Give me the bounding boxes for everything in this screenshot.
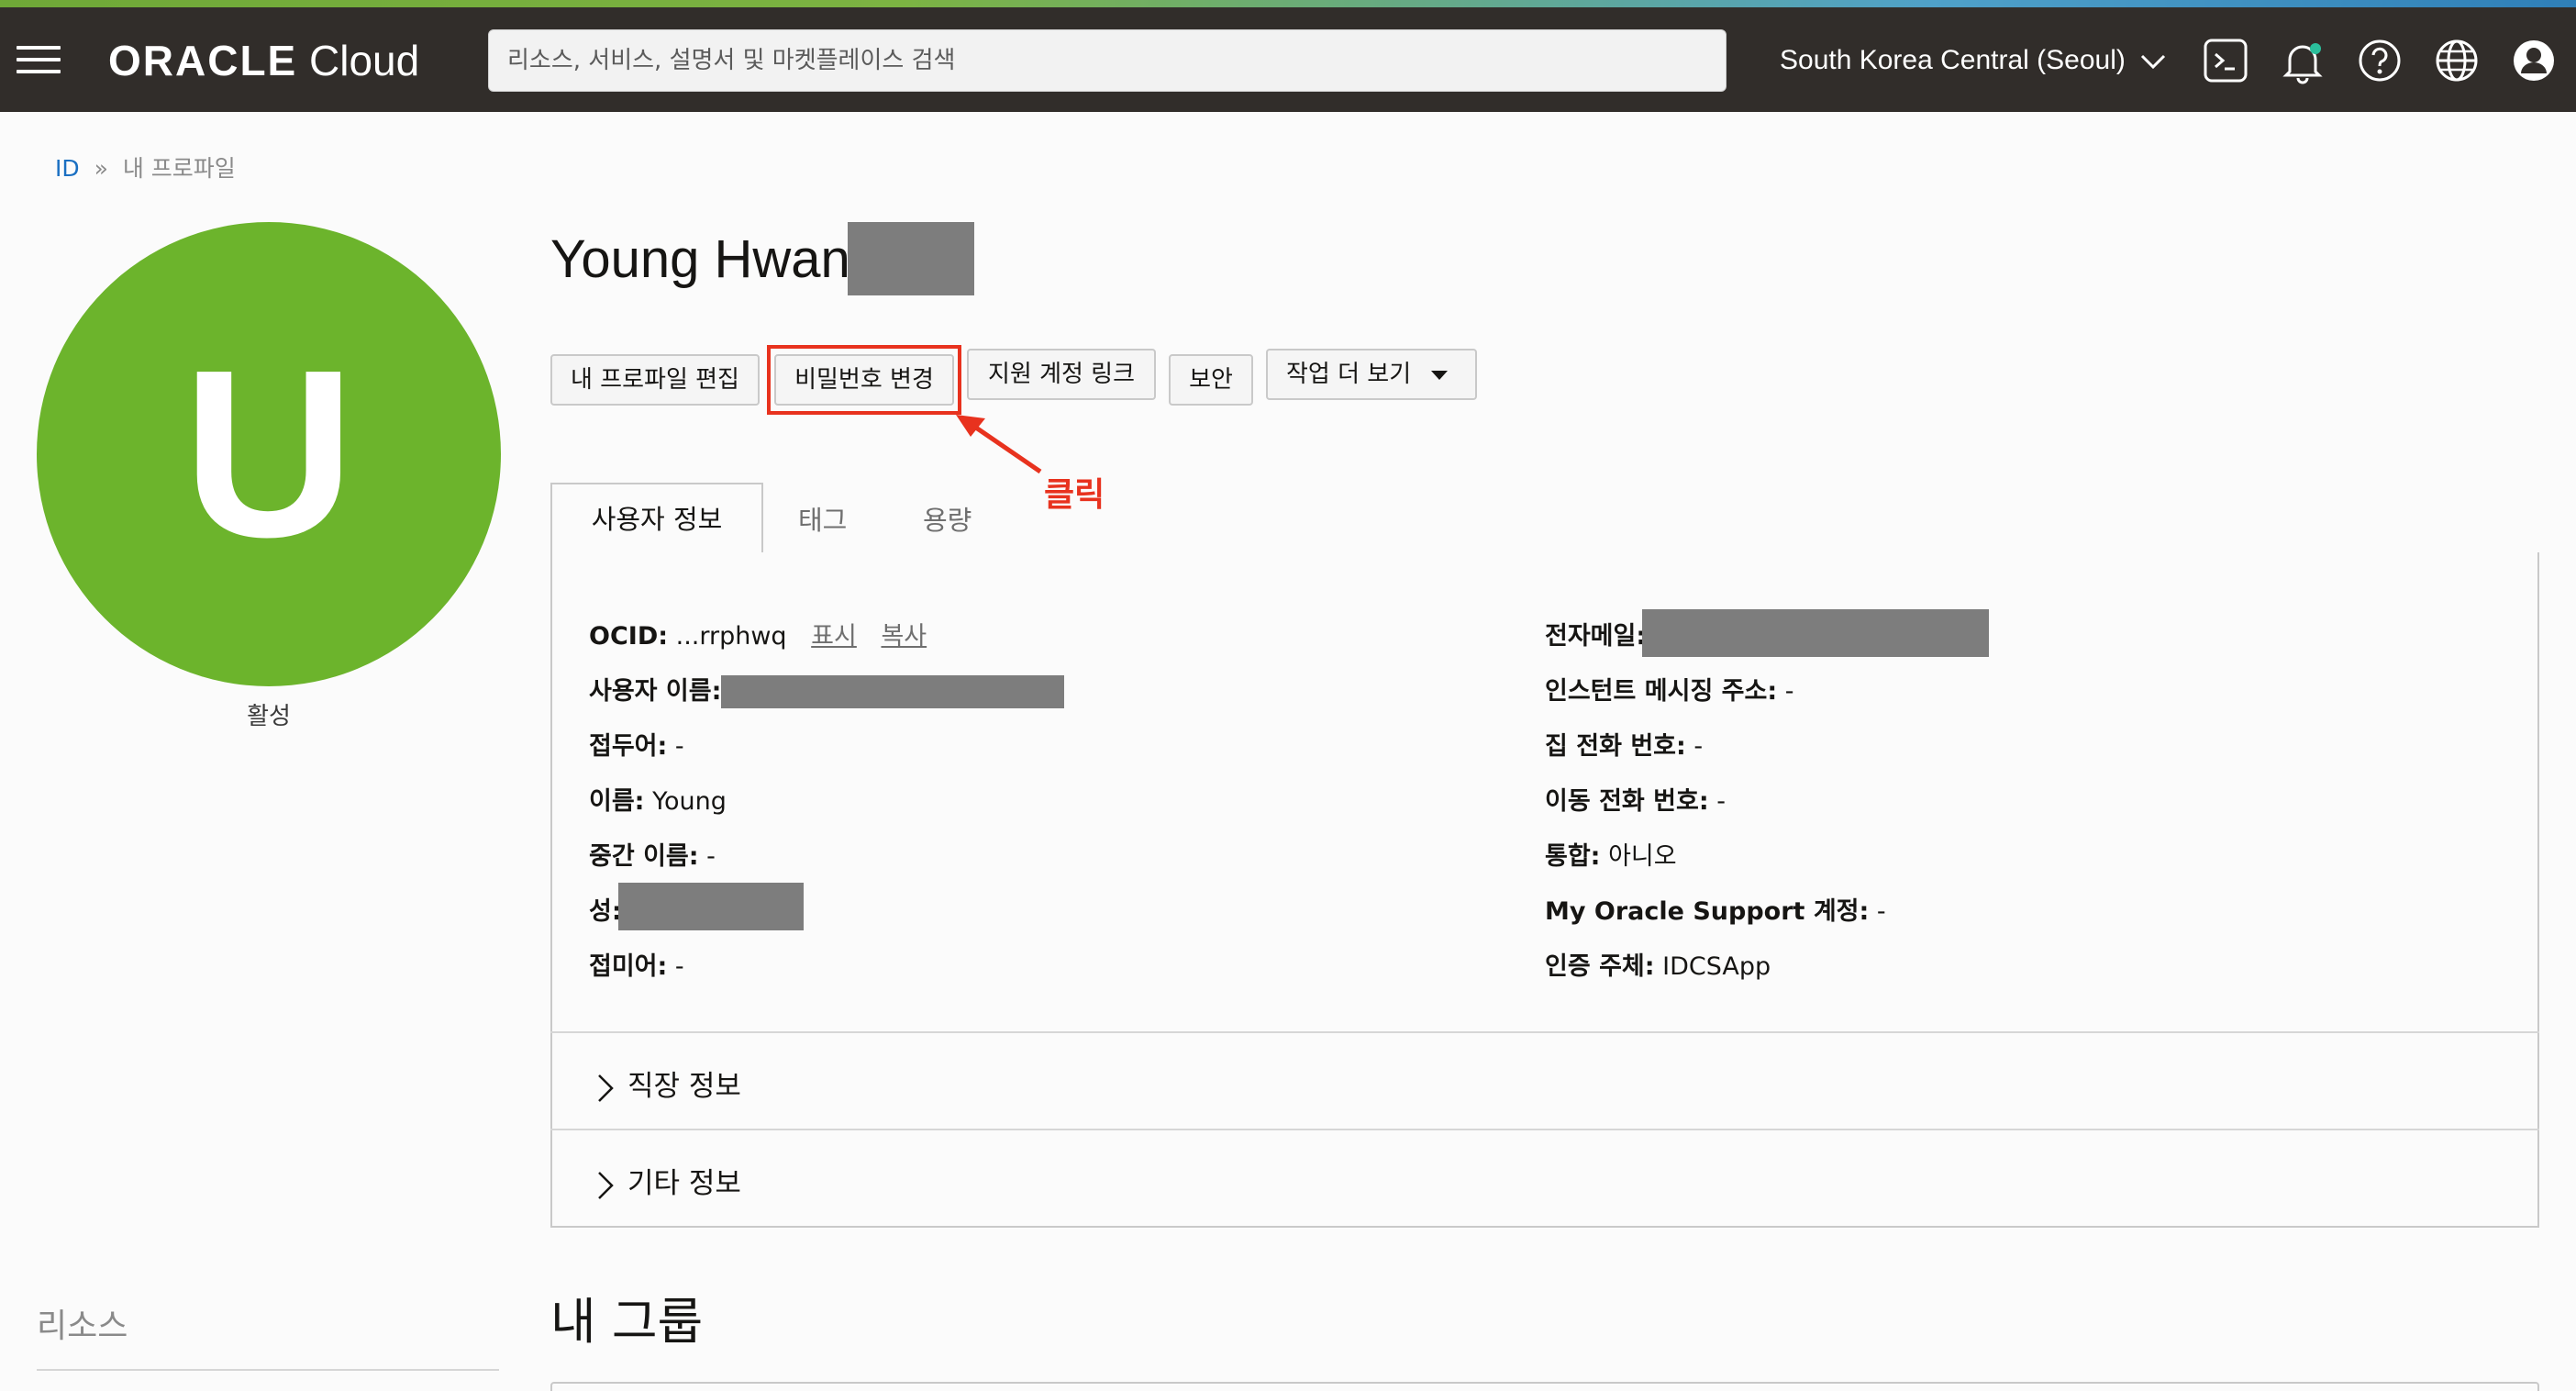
email-row: 전자메일: <box>1545 618 1646 655</box>
federated-value: 아니오 <box>1608 842 1677 871</box>
suffix-row: 접미어: - <box>589 949 684 985</box>
globe-icon[interactable] <box>2431 35 2482 86</box>
im-row: 인스턴트 메시징 주소: - <box>1545 673 1794 710</box>
logo-product: Cloud <box>309 37 420 84</box>
edit-profile-button[interactable]: 내 프로파일 편집 <box>550 354 760 406</box>
username-label: 사용자 이름: <box>589 677 722 706</box>
redacted-last-name <box>618 883 804 930</box>
resources-divider <box>37 1369 499 1371</box>
auth-principal-value: IDCSApp <box>1662 952 1771 981</box>
ocid-row: OCID: ...rrphwq 표시 복사 <box>589 618 927 655</box>
ocid-value: ...rrphwq <box>675 622 787 651</box>
help-icon[interactable] <box>2354 35 2405 86</box>
security-button[interactable]: 보안 <box>1169 354 1253 406</box>
section-divider <box>550 1031 2539 1033</box>
email-label: 전자메일: <box>1545 622 1647 651</box>
ocid-copy-link[interactable]: 복사 <box>881 622 927 651</box>
im-value: - <box>1784 677 1794 706</box>
annotation-arrow-icon <box>956 415 1042 474</box>
first-name-label: 이름: <box>589 787 645 816</box>
mos-account-label: My Oracle Support 계정: <box>1545 897 1870 926</box>
home-phone-label: 집 전화 번호: <box>1545 732 1686 761</box>
brand-stripe <box>0 0 2576 7</box>
middle-name-label: 중간 이름: <box>589 842 699 871</box>
link-support-account-button[interactable]: 지원 계정 링크 <box>967 349 1156 400</box>
menu-icon[interactable] <box>17 46 61 73</box>
last-name-label: 성: <box>589 897 622 926</box>
mobile-phone-label: 이동 전화 번호: <box>1545 787 1709 816</box>
groups-table <box>550 1382 2539 1391</box>
cloud-shell-icon[interactable] <box>2200 35 2251 86</box>
federated-row: 통합: 아니오 <box>1545 839 1677 875</box>
auth-principal-label: 인증 주체: <box>1545 952 1655 981</box>
ocid-show-link[interactable]: 표시 <box>811 622 857 651</box>
federated-label: 통합: <box>1545 842 1601 871</box>
breadcrumb-identity-link[interactable]: ID <box>55 155 80 182</box>
chevron-right-icon <box>598 1171 614 1199</box>
avatar-letter: U <box>183 321 355 587</box>
middle-name-row: 중간 이름: - <box>589 839 716 875</box>
tab-tags[interactable]: 태그 <box>798 499 847 538</box>
redacted-email <box>1642 609 1989 657</box>
redacted-username <box>721 675 1064 708</box>
prefix-row: 접두어: - <box>589 729 684 765</box>
annotation-label: 클릭 <box>1044 476 1105 514</box>
job-info-section[interactable]: 직장 정보 <box>596 1063 741 1104</box>
auth-principal-row: 인증 주체: IDCSApp <box>1545 949 1771 985</box>
prefix-value: - <box>674 732 684 761</box>
redacted-surname <box>848 222 974 295</box>
job-info-label: 직장 정보 <box>627 1070 741 1103</box>
top-navigation-bar: ORACLE Cloud 리소스, 서비스, 설명서 및 마켓플레이스 검색 S… <box>0 0 2576 112</box>
ocid-label: OCID: <box>589 622 669 651</box>
oracle-cloud-logo[interactable]: ORACLE Cloud <box>108 37 419 84</box>
mobile-phone-row: 이동 전화 번호: - <box>1545 784 1726 820</box>
mos-account-row: My Oracle Support 계정: - <box>1545 894 1886 930</box>
caret-down-icon <box>1431 371 1448 380</box>
avatar: U <box>37 222 501 686</box>
mos-account-value: - <box>1876 897 1886 926</box>
im-label: 인스턴트 메시징 주소: <box>1545 677 1778 706</box>
search-input[interactable]: 리소스, 서비스, 설명서 및 마켓플레이스 검색 <box>488 29 1727 92</box>
home-phone-value: - <box>1693 732 1704 761</box>
groups-title: 내 그룹 <box>550 1293 704 1351</box>
username-row: 사용자 이름: <box>589 673 721 710</box>
tab-user-info[interactable]: 사용자 정보 <box>550 483 763 554</box>
tab-usage[interactable]: 용량 <box>923 499 972 538</box>
chevron-right-icon <box>598 1074 614 1102</box>
chevron-down-icon <box>2141 55 2166 70</box>
bell-icon[interactable] <box>2277 35 2328 86</box>
breadcrumb-separator: » <box>94 155 108 182</box>
more-actions-button[interactable]: 작업 더 보기 <box>1266 349 1477 400</box>
more-actions-label: 작업 더 보기 <box>1286 361 1412 388</box>
page-title: Young Hwan <box>550 229 850 289</box>
first-name-value: Young <box>652 787 727 816</box>
region-label: South Korea Central (Seoul) <box>1780 45 2126 75</box>
resources-title: 리소스 <box>37 1308 128 1345</box>
logo-brand: ORACLE <box>108 37 298 84</box>
last-name-row: 성: <box>589 894 622 930</box>
prefix-label: 접두어: <box>589 732 668 761</box>
suffix-value: - <box>674 952 684 981</box>
change-password-button[interactable]: 비밀번호 변경 <box>774 354 954 406</box>
section-divider <box>550 1129 2539 1130</box>
suffix-label: 접미어: <box>589 952 668 981</box>
home-phone-row: 집 전화 번호: - <box>1545 729 1703 765</box>
breadcrumb-current: 내 프로파일 <box>122 155 236 182</box>
region-selector[interactable]: South Korea Central (Seoul) <box>1780 37 2166 84</box>
middle-name-value: - <box>706 842 716 871</box>
user-status: 활성 <box>247 703 291 730</box>
mobile-phone-value: - <box>1716 787 1726 816</box>
user-icon[interactable] <box>2508 35 2559 86</box>
breadcrumb: ID » 내 프로파일 <box>55 150 236 184</box>
other-info-label: 기타 정보 <box>627 1167 741 1200</box>
first-name-row: 이름: Young <box>589 784 727 820</box>
other-info-section[interactable]: 기타 정보 <box>596 1160 741 1201</box>
